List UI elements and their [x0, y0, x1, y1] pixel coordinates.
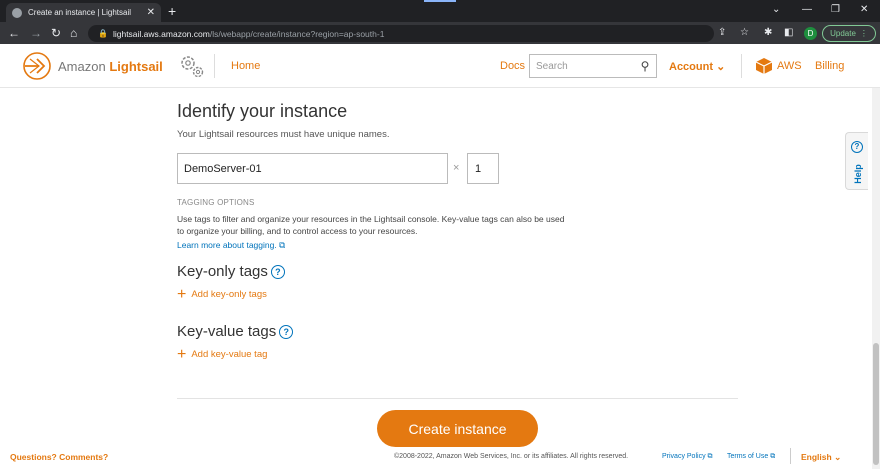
share-icon[interactable]: ⇪ [718, 27, 726, 39]
page-title: Identify your instance [177, 101, 348, 121]
questions-comments-link[interactable]: Questions? Comments? [10, 452, 108, 462]
help-panel-tab[interactable]: ? Help [845, 132, 868, 190]
minimize-icon[interactable]: — [802, 4, 812, 15]
tab-favicon-icon [12, 7, 22, 18]
help-circle-icon[interactable]: ? [270, 264, 285, 279]
key-only-tags-title: Key-only tags [177, 263, 268, 280]
footer-divider [790, 448, 791, 464]
restore-icon[interactable]: ❐ [831, 4, 840, 15]
tabstrip-accent [424, 0, 456, 2]
aws-cube-icon [755, 57, 773, 80]
add-key-value-label: Add key-value tag [191, 349, 268, 360]
learn-more-tagging-link[interactable]: Learn more about tagging. ⧉ [177, 240, 285, 251]
plus-icon: + [177, 345, 187, 363]
chevron-down-icon: ⌄ [716, 61, 726, 73]
learn-more-label: Learn more about tagging. [177, 240, 277, 250]
language-selector[interactable]: English ⌄ [801, 452, 841, 463]
update-label: Update [830, 29, 856, 38]
search-input[interactable]: Search [536, 61, 634, 72]
key-value-tags-title: Key-value tags [177, 323, 277, 340]
lightsail-logo[interactable]: Amazon Lightsail [22, 51, 163, 81]
terms-of-use-link[interactable]: Terms of Use ⧉ [727, 453, 775, 461]
brand-text: Amazon Lightsail [58, 59, 163, 74]
language-label: English [801, 452, 832, 462]
sidepanel-icon[interactable]: ◧ [784, 27, 793, 39]
tab-search-icon[interactable]: ⌄ [772, 4, 780, 15]
multiplier-symbol: × [453, 162, 460, 174]
aws-console-link[interactable]: AWS [777, 60, 802, 72]
forward-icon[interactable]: → [30, 26, 42, 40]
nav-home-link[interactable]: Home [231, 60, 260, 72]
update-button[interactable]: Update ⋮ [822, 25, 876, 42]
reload-icon[interactable]: ↻ [51, 26, 61, 40]
address-bar[interactable]: 🔒 lightsail.aws.amazon.com /ls/webapp/cr… [88, 25, 714, 42]
tagging-options-heading: TAGGING OPTIONS [177, 198, 255, 207]
header-divider [741, 54, 742, 78]
back-icon[interactable]: ← [8, 26, 20, 40]
external-link-icon: ⧉ [707, 453, 713, 460]
help-circle-icon: ? [851, 141, 863, 153]
docs-link[interactable]: Docs [500, 60, 525, 72]
new-tab-button[interactable]: + [168, 3, 176, 19]
plus-icon: + [177, 285, 187, 303]
profile-avatar[interactable]: D [804, 27, 817, 40]
external-link-icon: ⧉ [770, 453, 776, 460]
tab-close-icon[interactable]: ✕ [147, 7, 155, 18]
url-path: /ls/webapp/create/instance?region=ap-sou… [209, 28, 385, 39]
page-subtitle: Your Lightsail resources must have uniqu… [177, 129, 390, 140]
extensions-icon[interactable]: ✱ [764, 27, 772, 39]
lightsail-logo-icon [23, 52, 51, 80]
settings-icon[interactable] [177, 52, 207, 85]
terms-label: Terms of Use [727, 453, 769, 460]
instance-name-input[interactable] [177, 153, 448, 184]
section-divider [177, 398, 738, 399]
browser-tab[interactable]: Create an instance | Lightsail ✕ [6, 3, 161, 22]
help-circle-icon[interactable]: ? [279, 324, 294, 339]
create-instance-button[interactable]: Create instance [377, 410, 538, 447]
header-divider [214, 54, 215, 78]
lightsail-header: Amazon Lightsail Home Docs Search ⚲ Acco… [0, 44, 880, 88]
help-label: Help [852, 164, 863, 184]
home-icon[interactable]: ⌂ [70, 26, 77, 40]
bookmark-star-icon[interactable]: ☆ [740, 27, 749, 39]
add-key-only-tags-link[interactable]: + Add key-only tags [177, 285, 267, 303]
privacy-label: Privacy Policy [662, 453, 706, 460]
gears-icon [181, 56, 204, 78]
browser-tab-bar: Create an instance | Lightsail ✕ + ⌄ — ❐… [0, 0, 880, 22]
url-host: lightsail.aws.amazon.com [112, 28, 210, 39]
add-key-value-tag-link[interactable]: + Add key-value tag [177, 345, 268, 363]
brand-prefix: Amazon [58, 58, 106, 74]
external-link-icon: ⧉ [279, 240, 286, 250]
instance-count-input[interactable] [467, 153, 499, 184]
lock-icon: 🔒 [98, 29, 108, 38]
scrollbar-thumb[interactable] [873, 343, 879, 465]
key-only-tags-heading: Key-only tags ? [177, 263, 285, 280]
add-key-only-label: Add key-only tags [191, 289, 267, 300]
account-label: Account [669, 61, 713, 73]
key-value-tags-heading: Key-value tags ? [177, 323, 294, 340]
search-box[interactable]: Search ⚲ [529, 54, 657, 78]
privacy-policy-link[interactable]: Privacy Policy ⧉ [662, 453, 713, 461]
tab-title: Create an instance | Lightsail [28, 8, 132, 17]
kebab-menu-icon: ⋮ [859, 29, 868, 38]
search-icon[interactable]: ⚲ [634, 59, 656, 73]
window-close-icon[interactable]: ✕ [860, 4, 868, 15]
browser-toolbar: ← → ↻ ⌂ 🔒 lightsail.aws.amazon.com /ls/w… [0, 22, 880, 44]
billing-link[interactable]: Billing [815, 60, 844, 72]
chevron-down-icon: ⌄ [834, 452, 842, 462]
account-menu[interactable]: Account ⌄ [669, 60, 725, 73]
tagging-description: Use tags to filter and organize your res… [177, 214, 565, 236]
brand-name: Lightsail [109, 58, 163, 74]
copyright-text: ©2008-2022, Amazon Web Services, Inc. or… [394, 453, 629, 460]
